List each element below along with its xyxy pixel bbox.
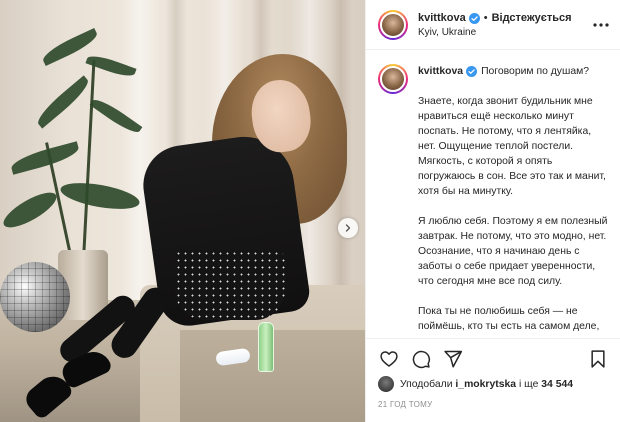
- paper-plane-icon: [444, 350, 463, 367]
- caption-title: Поговорим по душам?: [481, 66, 590, 77]
- comment-icon: [412, 350, 431, 368]
- header-text: kvittkova • Відстежується Kyiv, Ukraine: [418, 11, 592, 38]
- plant-stem: [82, 60, 96, 261]
- more-options-icon: [593, 22, 609, 27]
- likes-count-link[interactable]: 34 544: [541, 379, 573, 390]
- caption-area: kvittkova Поговорим по душам? Знаете, ко…: [366, 50, 620, 338]
- bottle: [258, 322, 274, 372]
- avatar[interactable]: [378, 9, 408, 40]
- following-button[interactable]: Відстежується: [492, 11, 572, 25]
- post-side-panel: kvittkova • Відстежується Kyiv, Ukraine …: [365, 0, 620, 422]
- like-button[interactable]: [378, 348, 400, 370]
- post-photo[interactable]: [0, 0, 365, 422]
- post-timestamp[interactable]: 21 год тому: [378, 400, 433, 409]
- heart-icon: [380, 350, 398, 367]
- liker-username-link[interactable]: i_mokrytska: [455, 379, 516, 390]
- comment-button[interactable]: [410, 348, 432, 370]
- dress: [175, 250, 285, 320]
- bookmark-icon: [591, 349, 605, 368]
- verified-badge-icon: [468, 12, 480, 24]
- liker-avatar[interactable]: [378, 376, 394, 392]
- plant-leaf: [0, 186, 61, 234]
- carousel-next-button[interactable]: [338, 218, 358, 238]
- caption-username-link[interactable]: kvittkova: [418, 64, 463, 79]
- username-link[interactable]: kvittkova: [418, 11, 466, 25]
- share-button[interactable]: [442, 348, 464, 370]
- likes-prefix: Уподобали: [400, 378, 453, 390]
- caption-paragraph: Я люблю себя. Поэтому я ем полезный завт…: [418, 216, 608, 287]
- location-link[interactable]: Kyiv, Ukraine: [418, 27, 592, 38]
- post-header: kvittkova • Відстежується Kyiv, Ukraine: [366, 0, 620, 50]
- caption-body: kvittkova Поговорим по душам? Знаете, ко…: [418, 64, 608, 338]
- plant-leaf: [33, 75, 93, 129]
- likes-middle: і ще: [518, 378, 539, 390]
- verified-badge-icon: [466, 66, 478, 77]
- action-bar: [366, 338, 620, 378]
- more-options-button[interactable]: [592, 16, 610, 34]
- disco-ball: [0, 262, 70, 332]
- save-button[interactable]: [587, 348, 609, 370]
- likes-summary: Уподобали i_mokrytska і ще 34 544: [378, 376, 573, 392]
- caption-paragraph: Знаете, когда звонит будильник мне нрави…: [418, 96, 606, 197]
- caption-avatar[interactable]: [378, 64, 408, 94]
- chevron-right-icon: [345, 224, 351, 232]
- caption-paragraph: Пока ты не полюбишь себя — не поймёшь, к…: [418, 306, 600, 338]
- separator-dot: •: [483, 12, 488, 24]
